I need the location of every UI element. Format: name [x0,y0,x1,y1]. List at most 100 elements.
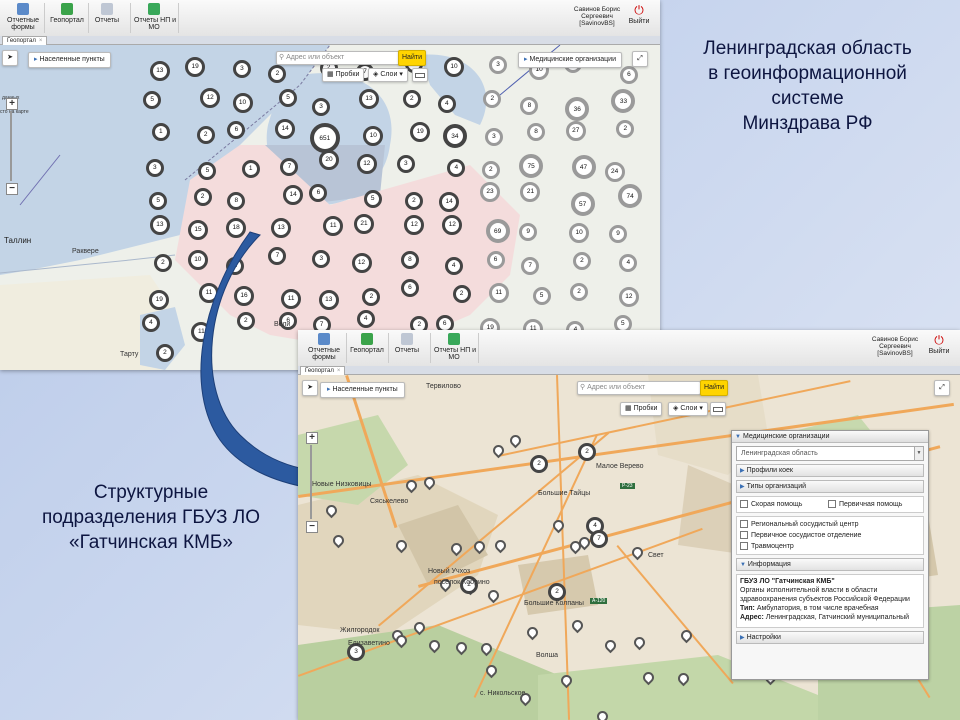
cluster-marker[interactable]: 7 [521,256,540,275]
cluster-marker[interactable]: 2 [530,455,548,473]
cluster-marker[interactable]: 1 [151,122,170,141]
med-org-pin[interactable] [640,669,657,686]
med-org-pin[interactable] [483,662,500,679]
geoportal-button[interactable]: Геопортал [48,2,86,34]
cluster-marker[interactable]: 2 [402,89,421,108]
cluster-marker[interactable]: 10 [363,125,384,146]
cluster-marker[interactable]: 6 [309,183,328,202]
cluster-marker[interactable]: 21 [520,182,541,203]
med-org-pin[interactable] [678,627,695,644]
cluster-marker[interactable]: 2 [616,119,635,138]
reports-np-button[interactable]: Отчеты НП и МО [134,2,176,34]
layers-button[interactable]: ◈ Слои ▾ [368,68,408,82]
med-org-pin[interactable] [478,640,495,657]
cluster-marker[interactable]: 12 [200,88,221,109]
cluster-marker[interactable]: 12 [618,286,639,307]
med-org-pin[interactable] [453,639,470,656]
cluster-marker[interactable]: 57 [570,191,595,216]
cluster-marker[interactable]: 2 [193,187,212,206]
cluster-marker[interactable]: 19 [149,289,170,310]
cluster-marker[interactable]: 8 [520,97,539,116]
cluster-marker[interactable]: 19 [410,121,431,142]
med-org-pin[interactable] [426,637,443,654]
exit-button[interactable]: ⏻ Выйти [922,334,956,355]
med-orgs-button[interactable]: ▸ Медицинские организации [518,52,622,68]
detail-map[interactable]: 2 2 4 7 2 2 3 Тервилово Большие Тайцы Малое Верев… [298,375,960,720]
cluster-marker[interactable]: 14 [439,191,460,212]
cluster-marker[interactable]: 11 [488,282,509,303]
cluster-marker[interactable]: 2 [362,287,381,306]
ruler-button[interactable] [412,68,428,82]
cluster-marker[interactable]: 12 [442,215,463,236]
cluster-marker[interactable]: 34 [442,123,467,148]
fullscreen-button[interactable]: ⤢ [934,380,950,396]
cluster-marker[interactable]: 3 [489,55,508,74]
cluster-marker[interactable]: 7 [590,530,608,548]
zoom-slider[interactable] [10,111,12,181]
med-org-pin[interactable] [330,532,347,549]
cluster-marker[interactable]: 5 [279,89,298,108]
tab-geoportal[interactable]: Геопортал × [300,366,346,375]
zoom-in-button[interactable]: + [6,98,18,110]
close-icon[interactable]: × [337,368,341,374]
cluster-marker[interactable]: 3 [484,128,503,147]
cluster-marker[interactable]: 2 [548,583,566,601]
cluster-marker[interactable]: 75 [519,154,544,179]
search-button[interactable]: Найти [700,380,728,396]
cluster-marker[interactable]: 2 [404,192,423,211]
bed-profiles-section[interactable]: ▶ Профили коек [736,464,924,477]
cluster-marker[interactable]: 24 [604,161,625,182]
cluster-marker[interactable]: 9 [519,223,538,242]
cluster-marker[interactable]: 4 [141,314,160,333]
search-button[interactable]: Найти [398,50,426,66]
med-orgs-panel-header[interactable]: ▼ Медицинские организации [732,431,928,443]
cluster-marker[interactable]: 2 [452,284,471,303]
locate-button[interactable]: ➤ [302,380,318,396]
cluster-marker[interactable]: 8 [527,123,546,142]
med-org-pin[interactable] [631,634,648,651]
cluster-marker[interactable]: 47 [571,155,596,180]
med-org-pin[interactable] [569,617,586,634]
ruler-button[interactable] [710,402,726,416]
cluster-marker[interactable]: 23 [480,182,501,203]
traffic-button[interactable]: ▦ Пробки [322,68,365,82]
cluster-marker[interactable]: 10 [443,56,464,77]
search-input[interactable]: ⚲ Адрес или объект [577,381,701,395]
reports-forms-button[interactable]: Отчетные формы [4,2,42,34]
cluster-marker[interactable]: 3 [396,154,415,173]
layers-button[interactable]: ◈ Слои ▾ [668,402,708,416]
cluster-marker[interactable]: 651 [309,122,340,153]
traffic-button[interactable]: ▦ Пробки [620,402,663,416]
checkbox-regional-center[interactable]: Региональный сосудистый центр [740,519,920,530]
cluster-marker[interactable]: 4 [447,158,466,177]
cluster-marker[interactable]: 12 [404,215,425,236]
reports-button[interactable]: Отчеты [90,2,124,34]
cluster-marker[interactable]: 1 [241,160,260,179]
cluster-marker[interactable]: 5 [149,192,168,211]
reports-forms-button[interactable]: Отчетные формы [304,332,344,364]
cluster-marker[interactable]: 19 [185,56,206,77]
cluster-marker[interactable]: 7 [280,157,299,176]
cluster-marker[interactable]: 5 [532,287,551,306]
cluster-marker[interactable]: 10 [232,92,253,113]
cluster-marker[interactable]: 2 [578,443,596,461]
settlements-button[interactable]: ▸ Населенные пункты [320,382,405,398]
cluster-marker[interactable]: 4 [356,310,375,329]
med-org-pin[interactable] [507,432,524,449]
cluster-marker[interactable]: 2 [155,344,174,363]
tab-geoportal[interactable]: Геопортал × [2,36,48,45]
zoom-slider[interactable] [310,445,312,519]
checkbox-trauma-center[interactable]: Травмоцентр [740,541,920,552]
cluster-marker[interactable]: 36 [565,96,590,121]
cluster-marker[interactable]: 3 [312,97,331,116]
cluster-marker[interactable]: 3 [232,60,251,79]
cluster-marker[interactable]: 9 [609,225,628,244]
med-org-pin[interactable] [602,637,619,654]
cluster-marker[interactable]: 4 [444,256,463,275]
cluster-marker[interactable]: 8 [227,191,246,210]
cluster-marker[interactable]: 10 [569,222,590,243]
cluster-marker[interactable]: 12 [356,154,377,175]
med-org-pin[interactable] [675,670,692,687]
cluster-marker[interactable]: 69 [485,218,510,243]
cluster-marker[interactable]: 20 [318,150,339,171]
